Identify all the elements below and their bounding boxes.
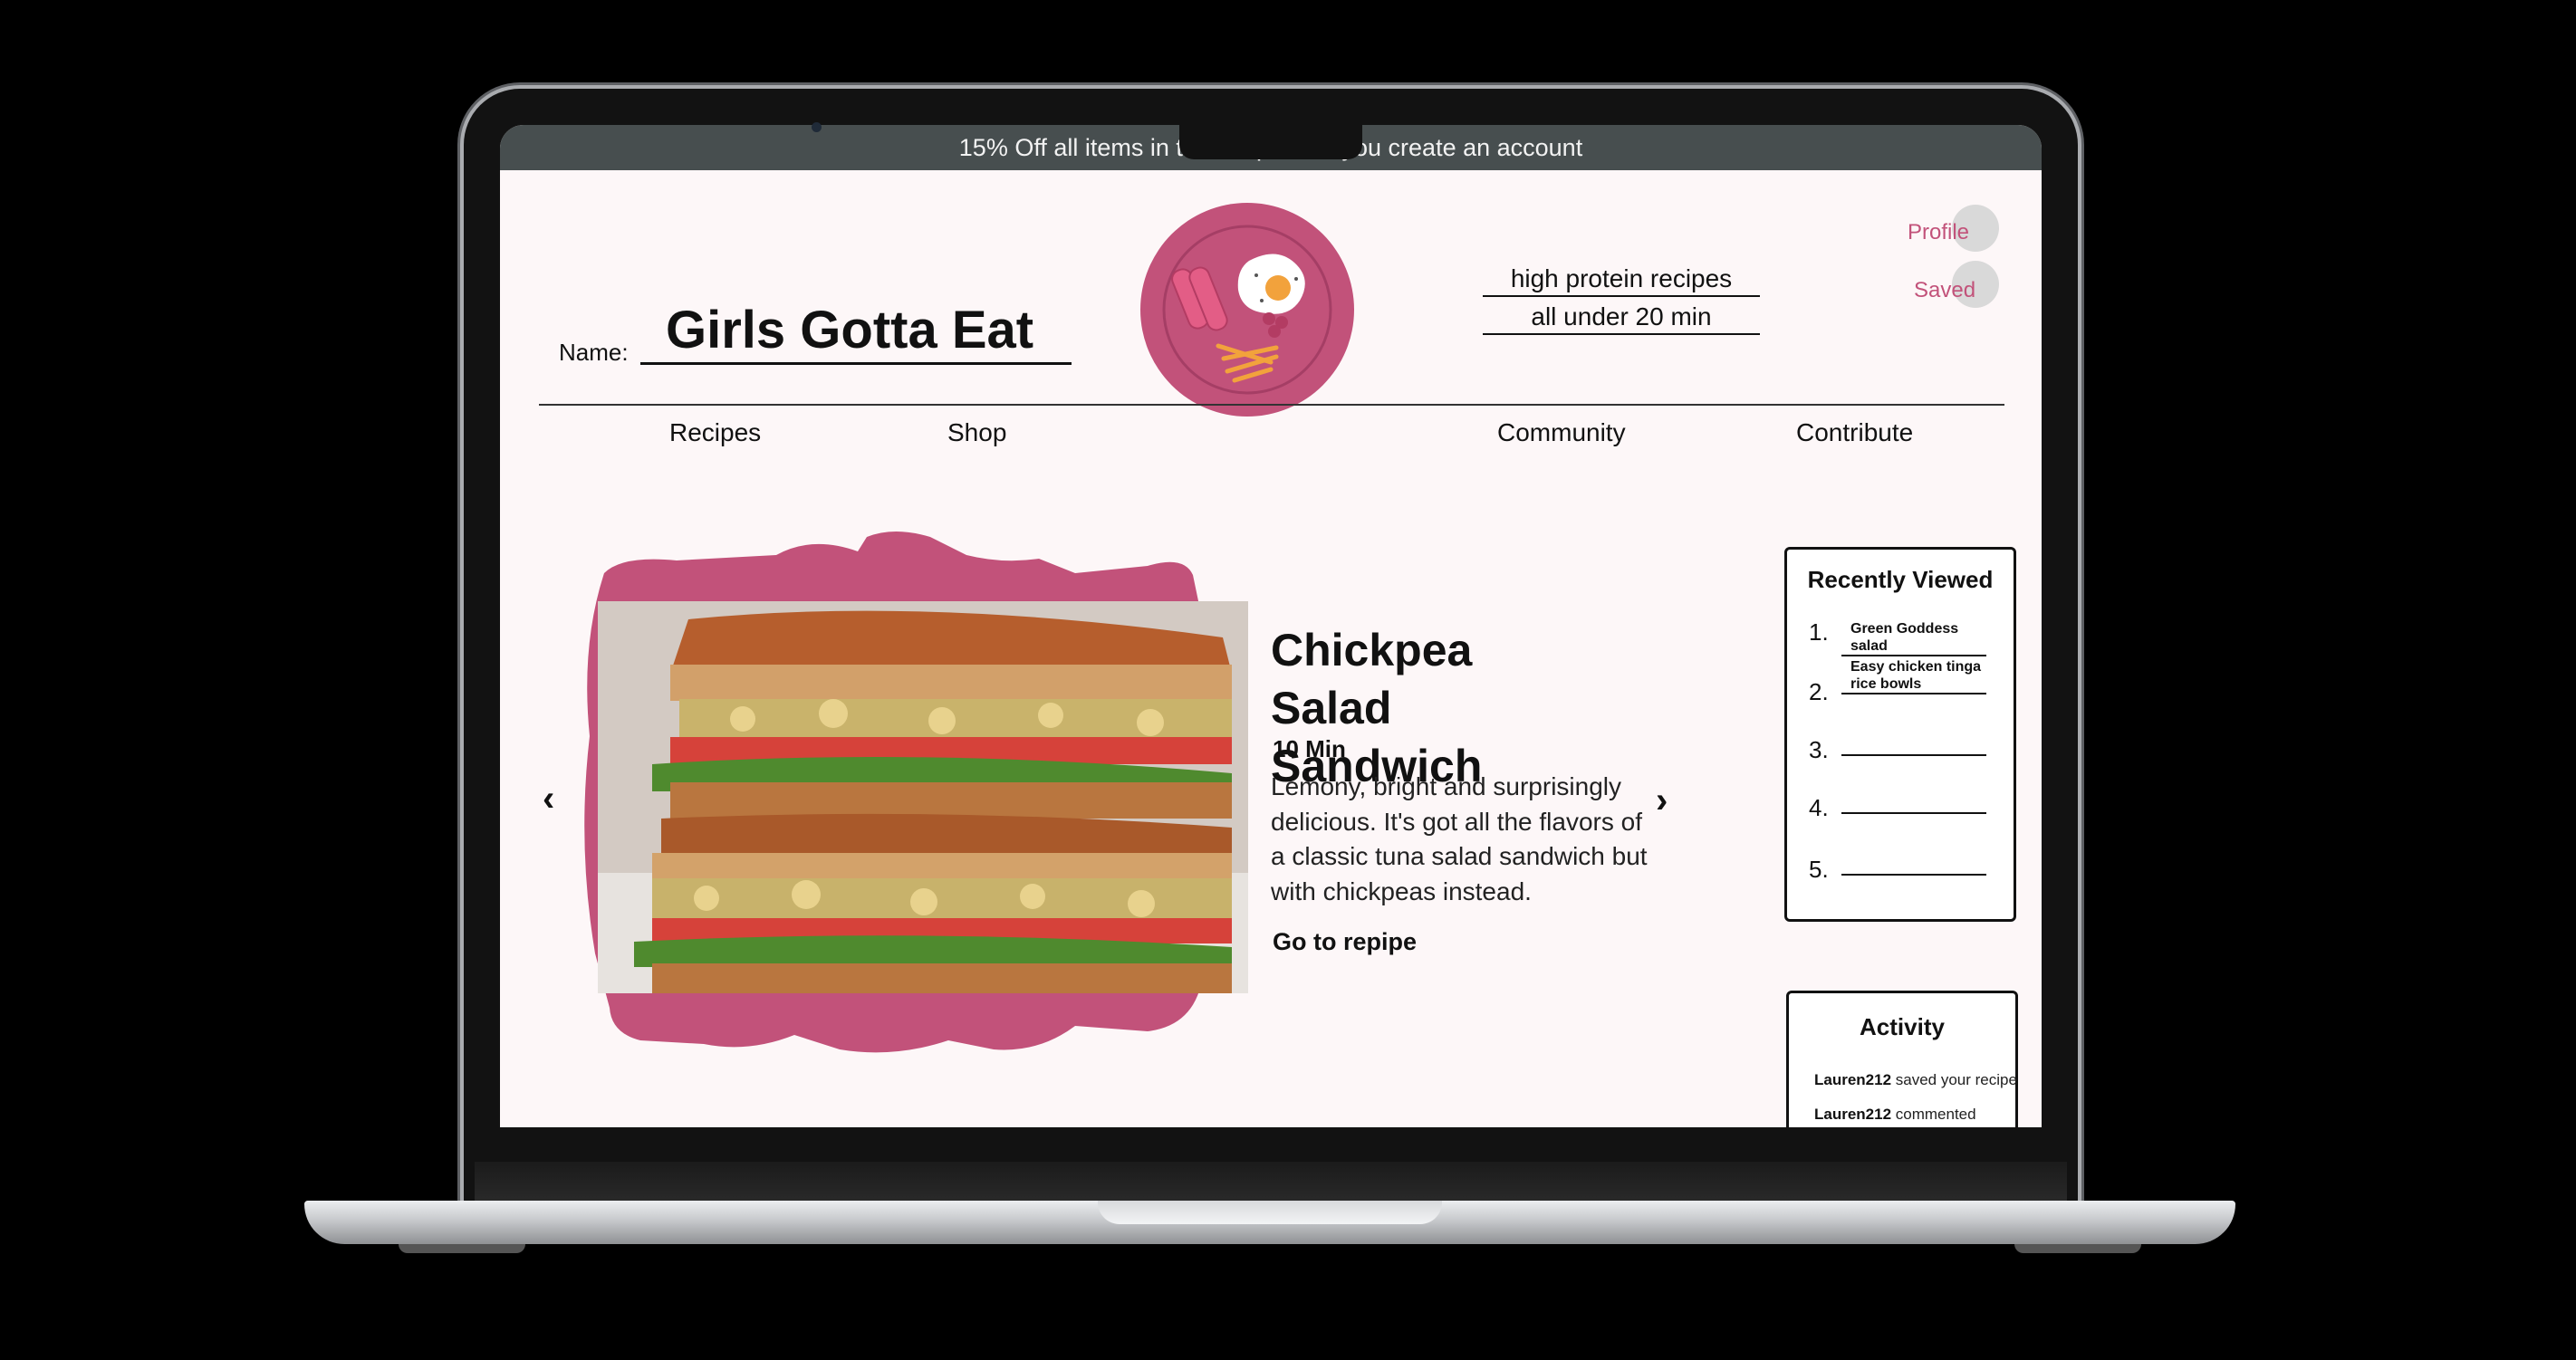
rv-num-3: 3. — [1809, 736, 1829, 763]
tagline-protein: high protein recipes — [1483, 263, 1760, 297]
nav-recipes[interactable]: Recipes — [669, 418, 761, 447]
rv-item-4[interactable] — [1841, 796, 1986, 814]
laptop-foot-left — [399, 1244, 525, 1253]
laptop-foot-right — [2014, 1244, 2141, 1253]
tagline-time: all under 20 min — [1483, 301, 1760, 335]
rv-item-3[interactable] — [1841, 738, 1986, 756]
activity-item[interactable]: Lauren212 saved your recipe — [1814, 1071, 2017, 1089]
sandwich-photo[interactable] — [598, 601, 1248, 993]
recipe-description: Lemony, bright and surprisingly deliciou… — [1271, 772, 1648, 905]
webcam-icon — [812, 122, 822, 132]
profile-link[interactable]: Profile — [1908, 220, 1969, 245]
nav-contribute[interactable]: Contribute — [1796, 418, 1913, 447]
rv-num-1: 1. — [1809, 618, 1829, 646]
rv-num-5: 5. — [1809, 856, 1829, 883]
rv-item-5[interactable] — [1841, 857, 1986, 876]
activity-action: commented — [1891, 1106, 1976, 1123]
activity-action: saved your recipe — [1891, 1071, 2017, 1088]
nav-community[interactable]: Community — [1497, 418, 1626, 447]
header-divider — [539, 404, 2004, 406]
plate-logo-icon[interactable] — [1140, 203, 1354, 417]
activity-card: Activity Lauren212 saved your recipe Lau… — [1786, 991, 2018, 1127]
trackpad-notch — [1098, 1201, 1442, 1224]
activity-item[interactable]: Lauren212 commented — [1814, 1106, 1976, 1124]
activity-title: Activity — [1860, 1013, 1945, 1040]
rv-item-1[interactable]: Green Goddess salad — [1841, 620, 1986, 656]
chevron-left-icon[interactable]: ‹ — [543, 779, 554, 819]
nav-shop[interactable]: Shop — [947, 418, 1006, 447]
brand-label: Name: — [559, 339, 629, 366]
activity-user[interactable]: Lauren212 — [1814, 1071, 1891, 1088]
activity-user[interactable]: Lauren212 — [1814, 1106, 1891, 1123]
camera-notch — [1179, 125, 1362, 159]
go-to-recipe-link[interactable]: Go to repipe — [1273, 928, 1417, 956]
recently-viewed-card: Recently Viewed 1. Green Goddess salad 2… — [1784, 547, 2016, 922]
site-title[interactable]: Girls Gotta Eat — [640, 299, 1072, 365]
laptop-base — [304, 1201, 2235, 1244]
rv-num-2: 2. — [1809, 678, 1829, 705]
recipe-time: 10 Min — [1273, 735, 1346, 762]
recently-viewed-title: Recently Viewed — [1807, 566, 1994, 593]
saved-link[interactable]: Saved — [1914, 278, 1975, 303]
laptop-lid: 15% Off all items in the shop when you c… — [464, 89, 2078, 1207]
rv-item-2[interactable]: Easy chicken tinga rice bowls — [1841, 658, 1986, 694]
rv-num-4: 4. — [1809, 794, 1829, 821]
browser-viewport: 15% Off all items in the shop when you c… — [500, 125, 2042, 1127]
